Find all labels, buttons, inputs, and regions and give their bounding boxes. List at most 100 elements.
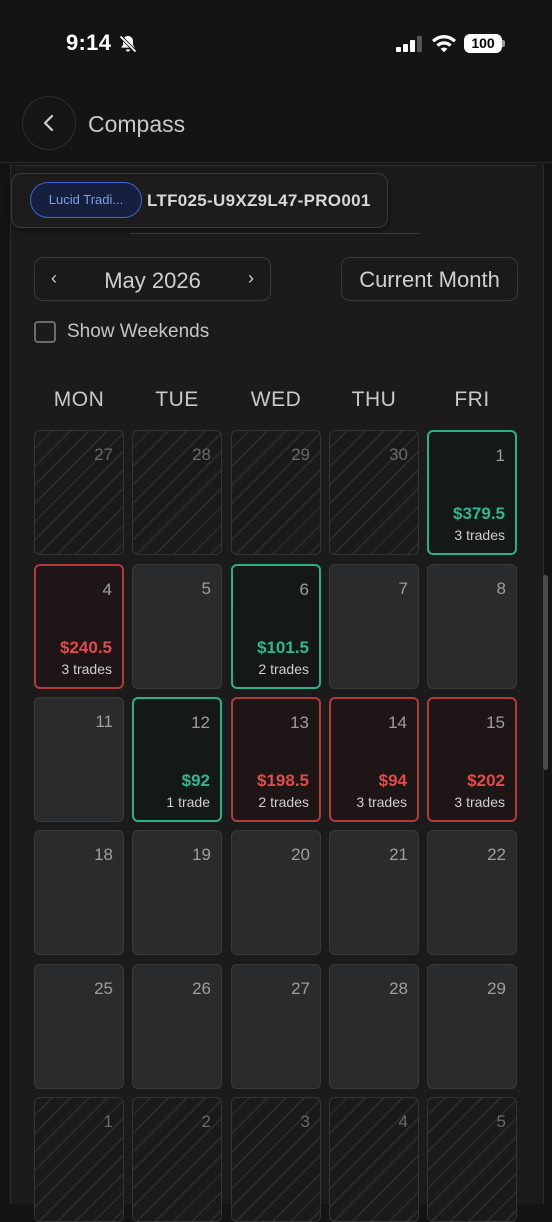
- day-pnl: $202: [467, 771, 505, 790]
- current-month-button[interactable]: Current Month: [341, 257, 518, 301]
- day-number: 27: [94, 445, 113, 464]
- calendar-day-cell[interactable]: 30: [329, 430, 419, 555]
- day-number: 14: [388, 713, 407, 732]
- day-number: 6: [299, 580, 309, 599]
- account-id: LTF025-U9XZ9L47-PRO001: [147, 191, 371, 210]
- day-number: 27: [291, 979, 310, 998]
- weekday-header: WED: [250, 388, 302, 411]
- day-number: 3: [300, 1112, 310, 1131]
- panel-divider: [130, 233, 420, 234]
- page-title: Compass: [88, 111, 186, 137]
- battery-icon: 100: [464, 34, 502, 53]
- day-number: 28: [192, 445, 211, 464]
- day-pnl: $101.5: [257, 638, 309, 657]
- calendar-day-cell[interactable]: 28: [329, 964, 419, 1089]
- calendar-day-cell[interactable]: 11: [34, 697, 124, 822]
- day-pnl: $240.5: [60, 638, 112, 657]
- day-number: 15: [486, 713, 505, 732]
- day-pnl: $379.5: [453, 504, 505, 523]
- day-number: 29: [487, 979, 506, 998]
- day-number: 19: [192, 845, 211, 864]
- day-pnl: $92: [181, 771, 210, 790]
- weekday-header: THU: [351, 388, 397, 411]
- day-pnl: $198.5: [257, 771, 309, 790]
- calendar-day-cell[interactable]: 22: [427, 830, 517, 955]
- calendar-day-cell[interactable]: 28: [132, 430, 222, 555]
- calendar-day-cell[interactable]: 5: [132, 564, 222, 689]
- weekday-header: MON: [53, 388, 105, 411]
- battery-tip: [502, 40, 505, 47]
- calendar-day-cell[interactable]: 18: [34, 830, 124, 955]
- day-number: 1: [495, 446, 505, 465]
- calendar-day-cell[interactable]: 29: [231, 430, 321, 555]
- day-number: 28: [389, 979, 408, 998]
- day-number: 8: [496, 579, 506, 598]
- app-header: Compass: [0, 90, 552, 163]
- calendar-day-cell[interactable]: 4: [329, 1097, 419, 1222]
- calendar-day-cell[interactable]: 19: [132, 830, 222, 955]
- day-number: 21: [389, 845, 408, 864]
- calendar-day-cell[interactable]: 1 $379.5 3 trades: [427, 430, 517, 555]
- day-number: 4: [102, 580, 112, 599]
- day-trade-count: 1 trade: [166, 794, 210, 810]
- calendar-day-cell[interactable]: 25: [34, 964, 124, 1089]
- day-trade-count: 2 trades: [258, 661, 309, 677]
- calendar-day-cell[interactable]: 5: [427, 1097, 517, 1222]
- calendar-day-cell[interactable]: 14 $94 3 trades: [329, 697, 419, 822]
- day-trade-count: 3 trades: [454, 527, 505, 543]
- day-trade-count: 2 trades: [258, 794, 309, 810]
- day-trade-count: 3 trades: [454, 794, 505, 810]
- day-number: 30: [389, 445, 408, 464]
- account-selector[interactable]: Lucid Tradi... LTF025-U9XZ9L47-PRO001: [11, 173, 388, 228]
- day-number: 2: [201, 1112, 211, 1131]
- calendar-day-cell[interactable]: 21: [329, 830, 419, 955]
- calendar-day-cell[interactable]: 3: [231, 1097, 321, 1222]
- panel-divider: [18, 165, 536, 166]
- month-label: May 2026: [104, 268, 201, 293]
- bell-slash-icon: [118, 34, 138, 59]
- day-number: 5: [201, 579, 211, 598]
- day-number: 11: [95, 712, 113, 731]
- calendar-day-cell[interactable]: 26: [132, 964, 222, 1089]
- calendar-day-cell[interactable]: 20: [231, 830, 321, 955]
- account-chip[interactable]: Lucid Tradi...: [30, 182, 142, 218]
- day-trade-count: 3 trades: [61, 661, 112, 677]
- calendar-day-cell[interactable]: 15 $202 3 trades: [427, 697, 517, 822]
- signal-icon: [396, 36, 424, 57]
- calendar-day-cell[interactable]: 1: [34, 1097, 124, 1222]
- day-pnl: $94: [378, 771, 407, 790]
- day-number: 5: [496, 1112, 506, 1131]
- calendar-day-cell[interactable]: 2: [132, 1097, 222, 1222]
- back-button[interactable]: [22, 96, 76, 150]
- calendar-day-cell[interactable]: 29: [427, 964, 517, 1089]
- day-number: 12: [191, 713, 210, 732]
- show-weekends-label: Show Weekends: [67, 321, 210, 342]
- day-number: 25: [94, 979, 113, 998]
- calendar-day-cell[interactable]: 27: [34, 430, 124, 555]
- weekday-header: FRI: [454, 388, 490, 411]
- day-trade-count: 3 trades: [356, 794, 407, 810]
- calendar-day-cell[interactable]: 7: [329, 564, 419, 689]
- chevron-left-icon: [43, 114, 54, 132]
- calendar-day-cell[interactable]: 13 $198.5 2 trades: [231, 697, 321, 822]
- day-number: 20: [291, 845, 310, 864]
- weekday-header: TUE: [155, 388, 199, 411]
- day-number: 22: [487, 845, 506, 864]
- month-navigator: ‹ May 2026 ›: [34, 257, 271, 301]
- next-month-button[interactable]: ›: [248, 268, 254, 289]
- day-number: 29: [291, 445, 310, 464]
- calendar-day-cell[interactable]: 27: [231, 964, 321, 1089]
- day-number: 18: [94, 845, 113, 864]
- status-bar: 9:14 100: [0, 0, 552, 90]
- calendar-day-cell[interactable]: 6 $101.5 2 trades: [231, 564, 321, 689]
- calendar-day-cell[interactable]: 4 $240.5 3 trades: [34, 564, 124, 689]
- calendar-day-cell[interactable]: 8: [427, 564, 517, 689]
- day-number: 26: [192, 979, 211, 998]
- day-number: 1: [103, 1112, 113, 1131]
- show-weekends-checkbox[interactable]: [34, 321, 56, 343]
- header-divider: [0, 162, 552, 163]
- scrollbar[interactable]: [543, 575, 548, 770]
- calendar-day-cell[interactable]: 12 $92 1 trade: [132, 697, 222, 822]
- status-time: 9:14: [66, 30, 112, 55]
- wifi-icon: [431, 33, 457, 58]
